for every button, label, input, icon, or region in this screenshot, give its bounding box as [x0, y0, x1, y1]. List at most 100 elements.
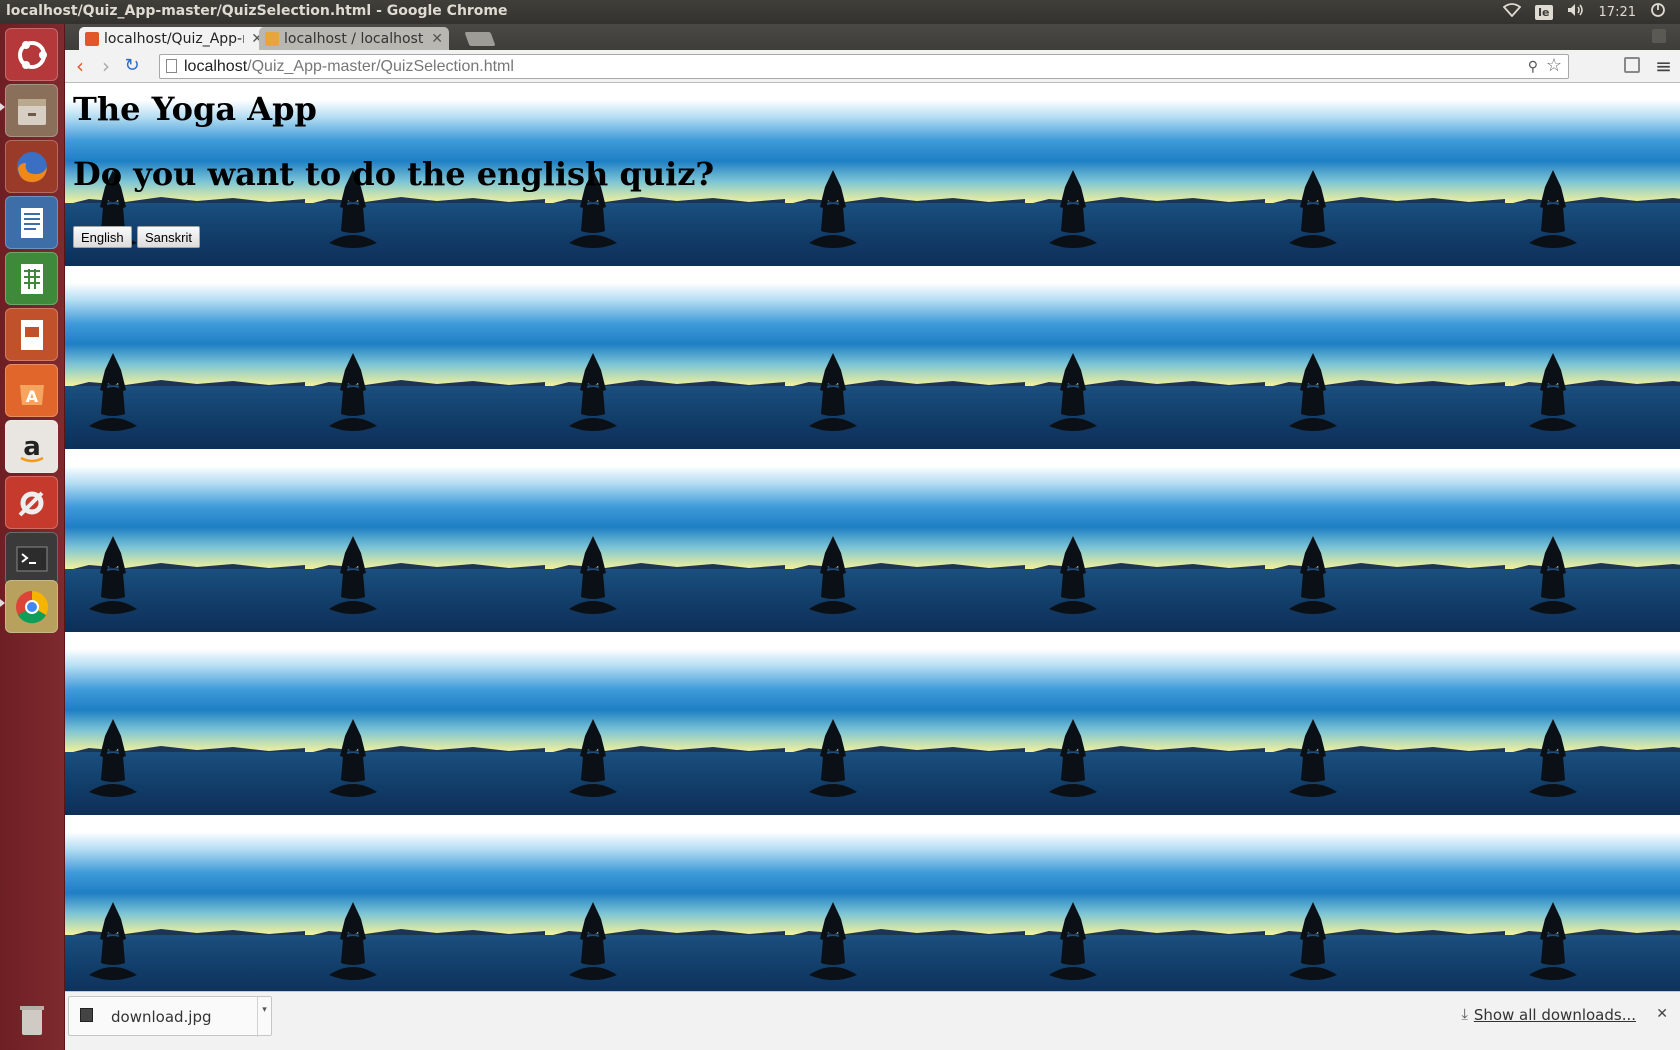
background-tile	[1265, 815, 1505, 991]
new-tab-button[interactable]	[464, 32, 496, 46]
background-tile	[1265, 83, 1505, 266]
image-file-icon	[80, 1008, 93, 1022]
yoga-silhouette-icon	[1049, 902, 1097, 980]
page-title: The Yoga App	[73, 90, 317, 128]
session-icon[interactable]	[1650, 2, 1666, 22]
yoga-silhouette-icon	[1049, 170, 1097, 248]
background-tile	[545, 815, 785, 991]
yoga-silhouette-icon	[1049, 353, 1097, 431]
yoga-silhouette-icon	[329, 353, 377, 431]
keyboard-layout-indicator[interactable]: Ie	[1534, 4, 1553, 20]
background-tile	[65, 632, 305, 815]
forward-button[interactable]: ›	[95, 55, 117, 77]
volume-icon[interactable]	[1567, 3, 1585, 21]
terminal-icon[interactable]	[5, 532, 58, 585]
trash-icon[interactable]	[5, 992, 58, 1045]
yoga-silhouette-icon	[809, 719, 857, 797]
background-tile	[1025, 449, 1265, 632]
reload-button[interactable]: ↻	[121, 55, 143, 77]
favicon-icon	[265, 31, 279, 46]
close-shelf-icon[interactable]: ✕	[1656, 1006, 1668, 1022]
yoga-silhouette-icon	[1289, 902, 1337, 980]
yoga-silhouette-icon	[569, 353, 617, 431]
wifi-icon[interactable]	[1502, 3, 1522, 21]
sanskrit-quiz-button[interactable]: Sanskrit	[137, 226, 200, 248]
address-bar[interactable]: localhost/Quiz_App-master/QuizSelection.…	[159, 54, 1569, 79]
window-title: localhost/Quiz_App-master/QuizSelection.…	[6, 3, 508, 19]
background-tile	[1505, 449, 1680, 632]
background-tile	[1505, 83, 1680, 266]
firefox-icon[interactable]	[5, 140, 58, 193]
extension-icon[interactable]	[1624, 57, 1640, 73]
yoga-silhouette-icon	[89, 536, 137, 614]
quiz-question: Do you want to do the english quiz?	[73, 155, 715, 193]
address-path: /Quiz_App-master/QuizSelection.html	[247, 58, 514, 75]
yoga-silhouette-icon	[809, 902, 857, 980]
show-all-downloads-link[interactable]: Show all downloads...	[1474, 1006, 1636, 1024]
background-tile	[1265, 266, 1505, 449]
ubuntu-dash-icon[interactable]	[5, 28, 58, 81]
yoga-silhouette-icon	[89, 353, 137, 431]
background-tile	[1265, 449, 1505, 632]
svg-text:A: A	[25, 387, 38, 406]
amazon-icon[interactable]: a	[5, 420, 58, 473]
page-viewport: The Yoga App Do you want to do the engli…	[65, 83, 1680, 991]
background-tile	[65, 449, 305, 632]
bookmark-star-icon[interactable]: ☆	[1546, 54, 1562, 77]
background-tile	[305, 266, 545, 449]
yoga-silhouette-icon	[1529, 902, 1577, 980]
top-panel: localhost/Quiz_App-master/QuizSelection.…	[0, 0, 1680, 24]
yoga-silhouette-icon	[1289, 170, 1337, 248]
libreoffice-writer-icon[interactable]	[5, 196, 58, 249]
svg-text:a: a	[23, 432, 41, 462]
download-item[interactable]: download.jpg ▾	[68, 996, 272, 1037]
background-tile	[785, 449, 1025, 632]
download-arrow-icon: ⤓	[1461, 1005, 1468, 1023]
yoga-silhouette-icon	[329, 536, 377, 614]
background-tile	[545, 266, 785, 449]
yoga-silhouette-icon	[1049, 536, 1097, 614]
close-tab-icon[interactable]: ✕	[431, 31, 443, 47]
background-tile	[1025, 632, 1265, 815]
background-tile	[785, 632, 1025, 815]
background-tile	[785, 815, 1025, 991]
system-settings-icon[interactable]	[5, 476, 58, 529]
software-center-icon[interactable]: A	[5, 364, 58, 417]
yoga-silhouette-icon	[329, 902, 377, 980]
libreoffice-impress-icon[interactable]	[5, 308, 58, 361]
yoga-silhouette-icon	[1289, 536, 1337, 614]
yoga-silhouette-icon	[1289, 353, 1337, 431]
key-icon[interactable]: ⚲	[1528, 55, 1538, 78]
libreoffice-calc-icon[interactable]	[5, 252, 58, 305]
files-icon[interactable]	[5, 84, 58, 137]
tab-quiz-selection[interactable]: localhost/Quiz_App-master/QuizSelection.…	[79, 27, 269, 50]
address-host: localhost	[184, 58, 248, 75]
profile-icon[interactable]	[1652, 29, 1666, 43]
yoga-silhouette-icon	[1289, 719, 1337, 797]
download-shelf: download.jpg ▾ ⤓ Show all downloads... ✕	[65, 991, 1680, 1050]
yoga-silhouette-icon	[569, 719, 617, 797]
background-tile	[305, 815, 545, 991]
yoga-silhouette-icon	[329, 719, 377, 797]
download-menu-arrow[interactable]: ▾	[257, 997, 271, 1037]
browser-toolbar: ‹ › ↻ localhost/Quiz_App-master/QuizSele…	[65, 50, 1680, 83]
background-tile	[1025, 266, 1265, 449]
yoga-silhouette-icon	[1529, 170, 1577, 248]
back-button[interactable]: ‹	[69, 55, 91, 77]
menu-icon[interactable]: ≡	[1655, 54, 1672, 78]
background-tile	[1025, 815, 1265, 991]
clock[interactable]: 17:21	[1599, 5, 1636, 20]
yoga-silhouette-icon	[809, 353, 857, 431]
background-tile	[1265, 632, 1505, 815]
yoga-silhouette-icon	[1529, 353, 1577, 431]
yoga-silhouette-icon	[569, 902, 617, 980]
chrome-icon[interactable]	[5, 580, 58, 633]
english-quiz-button[interactable]: English	[73, 226, 132, 248]
indicators: Ie 17:21	[1502, 0, 1666, 24]
yoga-silhouette-icon	[809, 170, 857, 248]
background-tile	[785, 83, 1025, 266]
background-tile	[1505, 815, 1680, 991]
tab-phpmyadmin[interactable]: localhost / localhost ✕	[259, 27, 449, 50]
background-tile	[305, 449, 545, 632]
page-icon	[166, 59, 177, 73]
